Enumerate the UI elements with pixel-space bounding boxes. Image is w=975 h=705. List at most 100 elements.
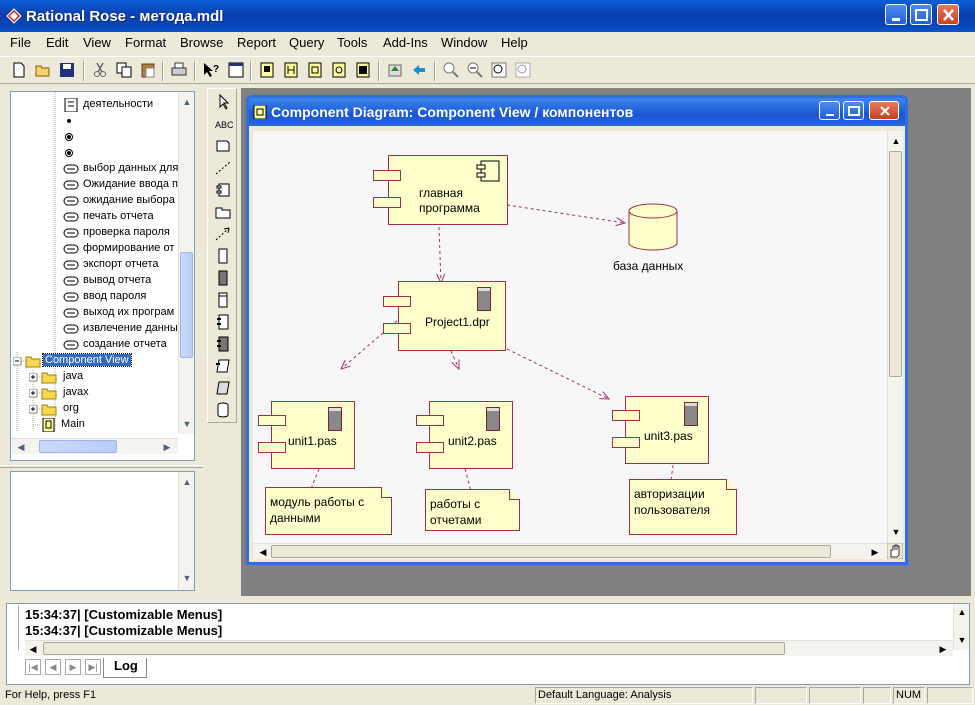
- print-icon[interactable]: [170, 61, 188, 79]
- pane-splitter[interactable]: [0, 465, 203, 468]
- component-main-program[interactable]: главная программа: [373, 155, 508, 225]
- undo-fit-icon[interactable]: [514, 61, 532, 79]
- log-horizontal-scrollbar[interactable]: ◀ ▶: [25, 640, 953, 656]
- doc-vertical-scrollbar[interactable]: ▲ ▼: [178, 472, 194, 590]
- scroll-right-icon[interactable]: ▶: [935, 641, 951, 657]
- class-diagram-icon[interactable]: [258, 61, 276, 79]
- paste-icon[interactable]: [139, 61, 157, 79]
- package-body-icon[interactable]: [213, 335, 233, 353]
- copy-icon[interactable]: [115, 61, 133, 79]
- scroll-down-icon[interactable]: ▼: [888, 524, 904, 540]
- text-box-icon[interactable]: ABC: [213, 115, 233, 133]
- package-spec-icon[interactable]: [213, 313, 233, 331]
- database-icon[interactable]: [627, 203, 679, 253]
- scroll-thumb[interactable]: [43, 642, 785, 655]
- scroll-left-icon[interactable]: ◀: [13, 439, 29, 455]
- model-browser-tree[interactable]: деятельности выбор данных для Ожидание в…: [10, 91, 195, 461]
- scroll-up-icon[interactable]: ▲: [179, 474, 195, 490]
- scroll-up-icon[interactable]: ▲: [888, 133, 904, 149]
- menu-file[interactable]: File: [10, 35, 31, 50]
- context-help-icon[interactable]: ?: [202, 61, 220, 79]
- diagram-close-button[interactable]: [869, 101, 899, 120]
- menu-report[interactable]: Report: [237, 35, 276, 50]
- task-body-icon[interactable]: [213, 379, 233, 397]
- dependency-tool-icon[interactable]: [213, 225, 233, 243]
- restore-button[interactable]: [910, 4, 932, 25]
- scroll-down-icon[interactable]: ▼: [954, 632, 970, 648]
- menu-window[interactable]: Window: [441, 35, 487, 50]
- note-tool-icon[interactable]: [213, 137, 233, 155]
- browse-parent-icon[interactable]: [386, 61, 404, 79]
- close-button[interactable]: [937, 4, 959, 25]
- main-program-icon[interactable]: [213, 291, 233, 309]
- menu-edit[interactable]: Edit: [46, 35, 68, 50]
- anchor-note-icon[interactable]: [213, 159, 233, 177]
- scroll-thumb[interactable]: [889, 151, 902, 377]
- component-unit2[interactable]: unit2.pas: [416, 401, 513, 469]
- browser-horizontal-scrollbar[interactable]: ◀ ▶: [11, 438, 178, 454]
- pan-hand-icon[interactable]: [887, 543, 903, 559]
- statechart-diagram-icon[interactable]: [354, 61, 372, 79]
- diagram-minimize-button[interactable]: [819, 101, 840, 120]
- component-project[interactable]: Project1.dpr: [383, 281, 506, 351]
- fit-in-window-icon[interactable]: [490, 61, 508, 79]
- diagram-vertical-scrollbar[interactable]: ▲ ▼: [887, 131, 903, 543]
- scroll-left-icon[interactable]: ◀: [25, 641, 41, 657]
- menu-tools[interactable]: Tools: [337, 35, 367, 50]
- diagram-horizontal-scrollbar[interactable]: ◀ ▶: [253, 543, 887, 559]
- scroll-thumb[interactable]: [39, 440, 117, 453]
- open-folder-icon[interactable]: [34, 61, 52, 79]
- zoom-out-icon[interactable]: [466, 61, 484, 79]
- diagram-title-bar[interactable]: Component Diagram: Component View / комп…: [249, 98, 905, 126]
- browse-previous-icon[interactable]: [410, 61, 428, 79]
- menu-view[interactable]: View: [83, 35, 111, 50]
- save-icon[interactable]: [58, 61, 76, 79]
- browser-vertical-scrollbar[interactable]: ▲ ▼: [178, 92, 194, 434]
- browser-toggle-icon[interactable]: [227, 61, 245, 79]
- subprogram-spec-icon[interactable]: [213, 247, 233, 265]
- scroll-down-icon[interactable]: ▼: [179, 416, 194, 432]
- last-tab-icon[interactable]: ▶|: [85, 659, 101, 675]
- previous-tab-icon[interactable]: ◀: [45, 659, 61, 675]
- package-tool-icon[interactable]: [213, 203, 233, 221]
- task-spec-icon[interactable]: [213, 357, 233, 375]
- interaction-diagram-icon[interactable]: [282, 61, 300, 79]
- log-window[interactable]: 15:34:37| [Customizable Menus] 15:34:37|…: [6, 603, 970, 685]
- scroll-thumb[interactable]: [271, 545, 831, 558]
- diagram-canvas[interactable]: главная программа база данных Project1.d…: [253, 131, 887, 543]
- note-data-module[interactable]: модуль работы с данными: [265, 487, 392, 535]
- cut-icon[interactable]: [91, 61, 109, 79]
- menu-format[interactable]: Format: [125, 35, 166, 50]
- component-diagram-icon[interactable]: [306, 61, 324, 79]
- deployment-diagram-icon[interactable]: [330, 61, 348, 79]
- log-tab[interactable]: Log: [103, 658, 147, 678]
- scroll-thumb[interactable]: [180, 252, 193, 358]
- scroll-left-icon[interactable]: ◀: [255, 544, 271, 560]
- scroll-up-icon[interactable]: ▲: [954, 604, 970, 620]
- component-tool-icon[interactable]: [213, 181, 233, 199]
- scroll-right-icon[interactable]: ▶: [867, 544, 883, 560]
- minimize-button[interactable]: [885, 4, 907, 25]
- scroll-up-icon[interactable]: ▲: [179, 94, 194, 110]
- menu-query[interactable]: Query: [289, 35, 324, 50]
- note-authorization[interactable]: авторизации пользователя: [629, 479, 737, 535]
- component-unit3[interactable]: unit3.pas: [612, 396, 709, 464]
- menu-browse[interactable]: Browse: [180, 35, 223, 50]
- scroll-right-icon[interactable]: ▶: [159, 439, 175, 455]
- component-diagram-window[interactable]: Component Diagram: Component View / комп…: [246, 95, 908, 565]
- component-unit1[interactable]: unit1.pas: [258, 401, 355, 469]
- log-vertical-scrollbar[interactable]: ▲ ▼: [953, 604, 969, 650]
- documentation-pane[interactable]: ▲ ▼: [10, 471, 195, 591]
- scroll-down-icon[interactable]: ▼: [179, 570, 195, 586]
- note-reports[interactable]: работы с отчетами: [425, 489, 520, 531]
- menu-add-ins[interactable]: Add-Ins: [383, 35, 428, 50]
- new-file-icon[interactable]: [10, 61, 28, 79]
- zoom-in-icon[interactable]: [442, 61, 460, 79]
- subprogram-body-icon[interactable]: [213, 269, 233, 287]
- selection-pointer-icon[interactable]: [213, 93, 233, 111]
- first-tab-icon[interactable]: |◀: [25, 659, 41, 675]
- next-tab-icon[interactable]: ▶: [65, 659, 81, 675]
- database-tool-icon[interactable]: [213, 401, 233, 419]
- menu-help[interactable]: Help: [501, 35, 528, 50]
- diagram-restore-button[interactable]: [843, 101, 864, 120]
